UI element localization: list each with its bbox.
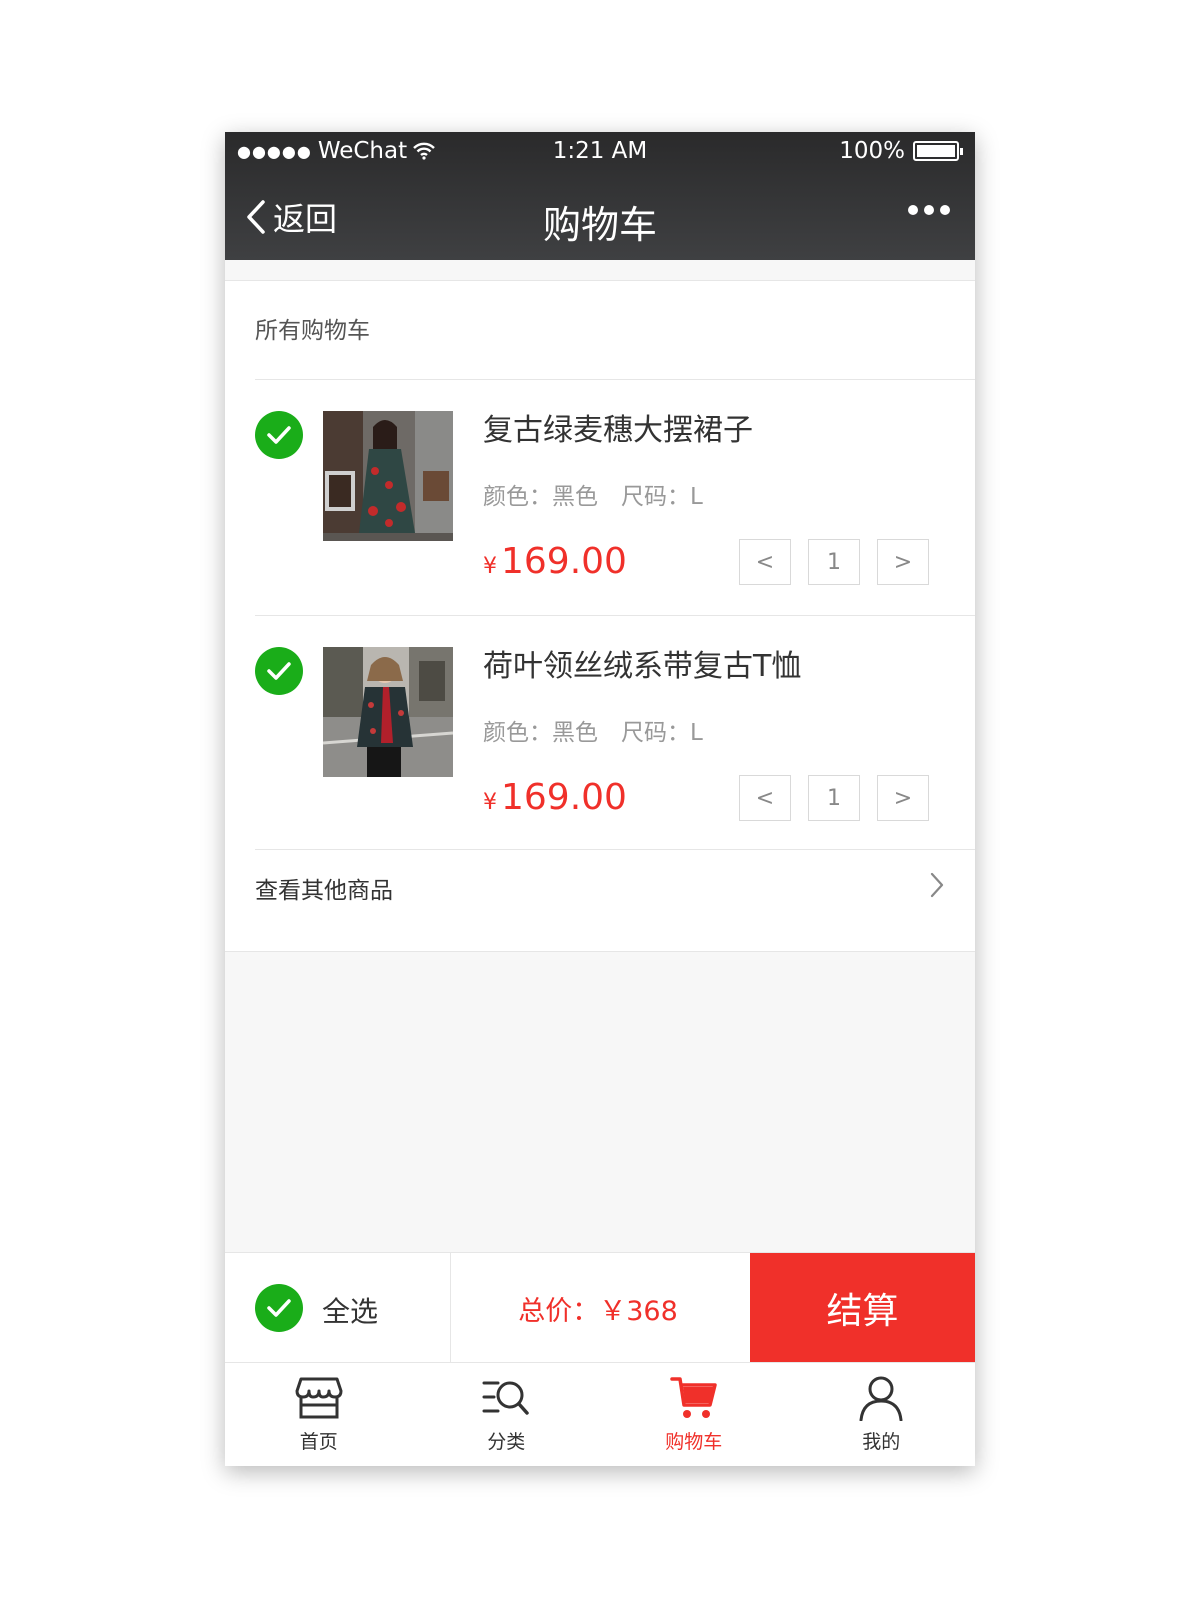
item-checkbox[interactable] xyxy=(255,411,303,459)
product-spec: 颜色：黑色 尺码：L xyxy=(483,484,703,510)
store-icon xyxy=(295,1377,343,1419)
more-dots-icon[interactable] xyxy=(907,204,951,216)
qty-value[interactable]: 1 xyxy=(808,775,860,821)
product-price: ¥169.00 xyxy=(483,777,627,818)
select-all-toggle[interactable]: 全选 xyxy=(225,1253,451,1363)
phone-screen: ●●●●● WeChat 1:21 AM 100% 返回 购物车 所有购物车 复… xyxy=(225,132,975,1466)
tab-home[interactable]: 首页 xyxy=(225,1363,413,1466)
tab-label: 我的 xyxy=(862,1431,901,1453)
product-thumbnail[interactable] xyxy=(323,411,453,541)
cart-icon xyxy=(670,1377,717,1418)
view-other-products-link[interactable]: 查看其他商品 xyxy=(255,871,393,905)
divider xyxy=(255,849,975,850)
qty-value[interactable]: 1 xyxy=(808,539,860,585)
select-all-checkbox[interactable] xyxy=(255,1284,303,1332)
chevron-right-icon[interactable] xyxy=(929,871,945,899)
currency-symbol: ¥ xyxy=(483,790,497,815)
checkmark-icon xyxy=(267,426,291,444)
checkout-button[interactable]: 结算 xyxy=(750,1253,975,1363)
cart-item: 荷叶领丝绒系带复古T恤 颜色：黑色 尺码：L ¥169.00 < 1 > xyxy=(225,617,975,851)
tab-category[interactable]: 分类 xyxy=(413,1363,601,1466)
user-icon xyxy=(859,1376,903,1421)
divider xyxy=(255,615,975,616)
product-name[interactable]: 荷叶领丝绒系带复古T恤 xyxy=(483,641,801,685)
tab-bar: 首页 分类 购物车 我的 xyxy=(225,1362,975,1466)
tab-cart[interactable]: 购物车 xyxy=(600,1363,788,1466)
price-value: 169.00 xyxy=(501,541,627,582)
qty-decrease-button[interactable]: < xyxy=(739,539,791,585)
divider xyxy=(255,379,975,380)
tab-label: 分类 xyxy=(487,1431,526,1453)
battery-percent: 100% xyxy=(839,138,905,164)
total-price: 总价：￥368 xyxy=(518,1295,678,1327)
currency-symbol: ¥ xyxy=(483,554,497,579)
battery: 100% xyxy=(839,138,963,164)
qty-increase-button[interactable]: > xyxy=(877,775,929,821)
battery-icon xyxy=(913,141,959,161)
blouse-photo xyxy=(323,647,453,777)
dress-photo xyxy=(323,411,453,541)
section-title: 所有购物车 xyxy=(255,318,370,344)
qty-increase-button[interactable]: > xyxy=(877,539,929,585)
tab-profile[interactable]: 我的 xyxy=(788,1363,976,1466)
product-thumbnail[interactable] xyxy=(323,647,453,777)
header: ●●●●● WeChat 1:21 AM 100% 返回 购物车 xyxy=(225,132,975,260)
category-search-icon xyxy=(482,1381,529,1415)
qty-decrease-button[interactable]: < xyxy=(739,775,791,821)
status-bar: ●●●●● WeChat 1:21 AM 100% xyxy=(225,132,975,174)
tab-label: 购物车 xyxy=(665,1431,723,1453)
tab-label: 首页 xyxy=(299,1431,338,1453)
nav-bar: 返回 购物车 xyxy=(225,184,975,254)
checkmark-icon xyxy=(267,662,291,680)
product-name[interactable]: 复古绿麦穗大摆裙子 xyxy=(483,405,753,449)
checkout-bar: 全选 总价：￥368 结算 xyxy=(225,1252,975,1363)
cart-item: 复古绿麦穗大摆裙子 颜色：黑色 尺码：L ¥169.00 < 1 > xyxy=(225,381,975,615)
checkmark-icon xyxy=(267,1299,291,1317)
page-title: 购物车 xyxy=(542,203,657,247)
battery-tip xyxy=(960,147,963,155)
item-checkbox[interactable] xyxy=(255,647,303,695)
cart-card: 所有购物车 复古绿麦穗大摆裙子 颜色：黑色 尺码：L ¥ 169.00 < 1 … xyxy=(225,280,975,952)
select-all-label: 全选 xyxy=(322,1295,379,1328)
product-spec: 颜色：黑色 尺码：L xyxy=(483,720,703,746)
product-price: ¥169.00 xyxy=(483,541,627,582)
price-value: 169.00 xyxy=(501,777,627,818)
